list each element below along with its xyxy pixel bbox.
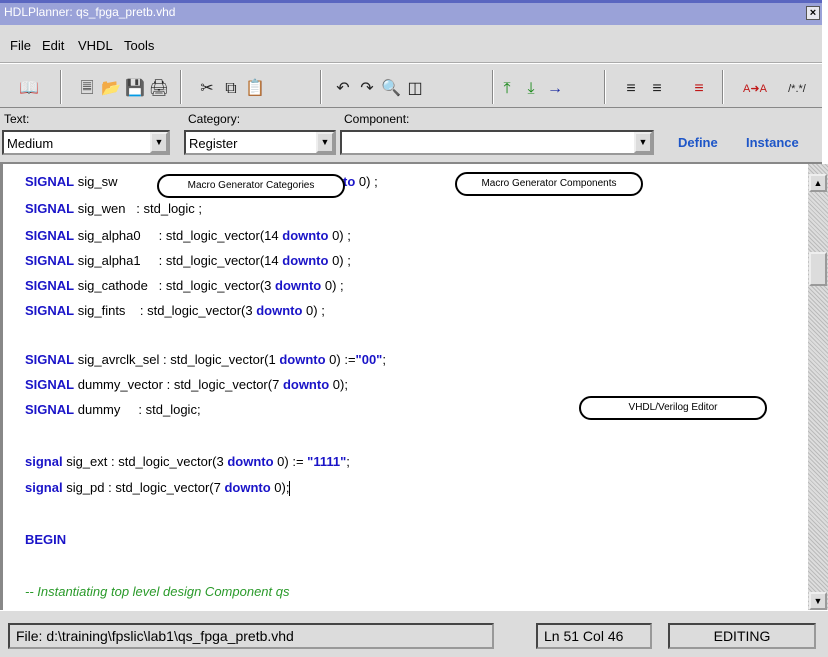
define-button[interactable]: Define — [678, 135, 718, 150]
category-select[interactable]: Register ▼ — [184, 130, 336, 155]
code-line: SIGNAL sig_cathode : std_logic_vector(3 … — [25, 278, 344, 293]
toolbar-separator — [722, 70, 724, 104]
code-line: -- Instantiating top level design Compon… — [25, 584, 290, 599]
code-editor[interactable]: SIGNAL sig_sw downto 0) ; SIGNAL sig_wen… — [0, 164, 808, 610]
code-line: signal sig_ext : std_logic_vector(3 down… — [25, 454, 350, 469]
replace-icon[interactable]: ◫ — [404, 78, 426, 100]
macro-selector-bar: Text: Medium ▼ Category: Register ▼ Comp… — [0, 108, 822, 164]
code-line: SIGNAL sig_alpha1 : std_logic_vector(14 … — [25, 253, 351, 268]
goto-icon[interactable]: → — [544, 78, 566, 100]
component-select[interactable]: ▼ — [340, 130, 654, 155]
menu-bar: File Edit VHDL Tools — [0, 25, 822, 63]
toolbar: 📖 🗏 📂 💾 🖨 ✂ ⧉ 📋 ↶ ↷ 🔍 ◫ ⤒ ⤓ → ≡ ≡ ≡ A➜A … — [0, 63, 822, 108]
close-button[interactable]: × — [806, 6, 820, 20]
status-mode: EDITING — [668, 623, 816, 649]
scroll-down-icon[interactable]: ▼ — [809, 592, 827, 610]
print-icon[interactable]: 🖨 — [148, 78, 170, 100]
copy-icon[interactable]: ⧉ — [220, 78, 242, 100]
find-icon[interactable]: 🔍 — [380, 78, 402, 100]
code-line: SIGNAL sig_fints : std_logic_vector(3 do… — [25, 303, 325, 318]
menu-vhdl[interactable]: VHDL — [78, 38, 113, 53]
window-title: HDLPlanner: qs_fpga_pretb.vhd — [4, 5, 176, 19]
toolbar-separator — [60, 70, 62, 104]
toolbar-separator — [320, 70, 322, 104]
comment-icon[interactable]: /*.*/ — [782, 78, 812, 100]
menu-file[interactable]: File — [10, 38, 31, 53]
indent-icon[interactable]: ≡ — [620, 78, 642, 100]
title-bar: HDLPlanner: qs_fpga_pretb.vhd × — [0, 0, 822, 25]
toolbar-separator — [492, 70, 494, 104]
chevron-down-icon[interactable]: ▼ — [150, 132, 168, 153]
status-cursor-position: Ln 51 Col 46 — [536, 623, 652, 649]
open-folder-icon[interactable]: 📂 — [100, 78, 122, 100]
undo-icon[interactable]: ↶ — [332, 78, 354, 100]
code-line: SIGNAL sig_avrclk_sel : std_logic_vector… — [25, 352, 386, 367]
save-icon[interactable]: 💾 — [124, 78, 146, 100]
scroll-thumb[interactable] — [809, 252, 827, 286]
book-icon[interactable]: 📖 — [18, 78, 40, 100]
move-top-icon[interactable]: ⤒ — [496, 78, 518, 100]
menu-tools[interactable]: Tools — [124, 38, 154, 53]
chevron-down-icon[interactable]: ▼ — [316, 132, 334, 153]
callout-macro-components: Macro Generator Components — [455, 172, 643, 196]
text-size-value: Medium — [7, 136, 54, 151]
text-size-select[interactable]: Medium ▼ — [2, 130, 170, 155]
toolbar-separator — [604, 70, 606, 104]
category-value: Register — [189, 136, 238, 151]
chevron-down-icon[interactable]: ▼ — [634, 132, 652, 153]
component-label: Component: — [344, 112, 410, 126]
outdent-icon[interactable]: ≡ — [646, 78, 668, 100]
insert-icon[interactable]: ≡ — [688, 78, 710, 100]
code-line: SIGNAL dummy_vector : std_logic_vector(7… — [25, 377, 348, 392]
menu-edit[interactable]: Edit — [42, 38, 64, 53]
scroll-up-icon[interactable]: ▲ — [809, 174, 827, 192]
text-label: Text: — [4, 112, 30, 126]
paste-icon[interactable]: 📋 — [244, 78, 266, 100]
code-line: signal sig_pd : std_logic_vector(7 downt… — [25, 480, 291, 497]
vertical-scrollbar[interactable]: ▲ ▼ — [808, 164, 828, 610]
toolbar-separator — [180, 70, 182, 104]
instance-button[interactable]: Instance — [746, 135, 799, 150]
font-format-icon[interactable]: A➜A — [740, 78, 770, 100]
text-cursor — [289, 481, 291, 497]
code-line: BEGIN — [25, 532, 67, 547]
code-line: SIGNAL sig_wen : std_logic ; — [25, 201, 203, 216]
code-line: SIGNAL dummy : std_logic; — [25, 402, 201, 417]
status-bar: File: d:\training\fpslic\lab1\qs_fpga_pr… — [0, 610, 828, 657]
callout-editor: VHDL/Verilog Editor — [579, 396, 767, 420]
callout-macro-categories: Macro Generator Categories — [157, 174, 345, 198]
move-down-icon[interactable]: ⤓ — [520, 78, 542, 100]
code-line: SIGNAL sig_alpha0 : std_logic_vector(14 … — [25, 228, 351, 243]
category-label: Category: — [188, 112, 241, 126]
cut-icon[interactable]: ✂ — [196, 78, 218, 100]
redo-icon[interactable]: ↷ — [356, 78, 378, 100]
new-file-icon[interactable]: 🗏 — [76, 78, 98, 100]
status-file-path: File: d:\training\fpslic\lab1\qs_fpga_pr… — [8, 623, 494, 649]
